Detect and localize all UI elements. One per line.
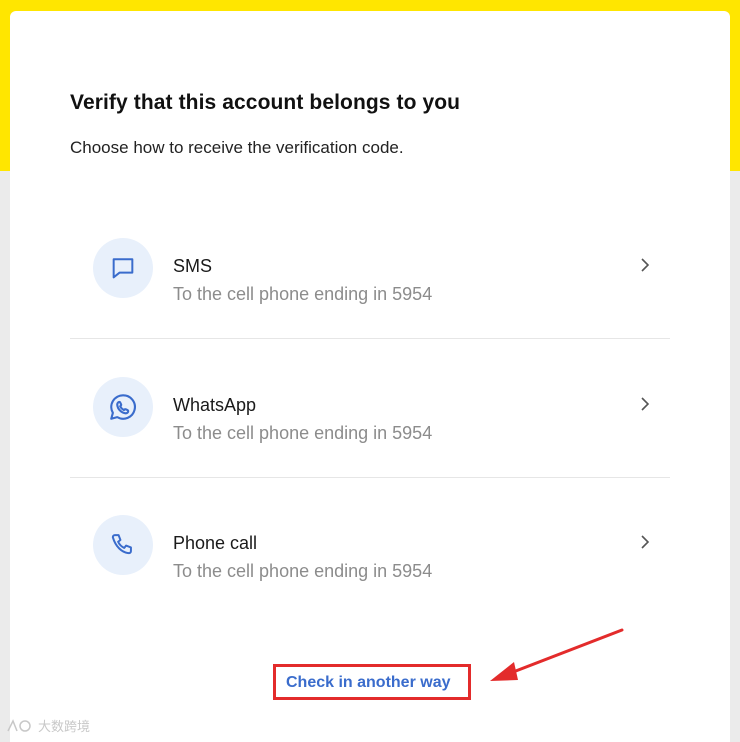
- check-another-way-link[interactable]: Check in another way: [286, 674, 451, 692]
- option-description: To the cell phone ending in 5954: [173, 561, 433, 581]
- option-whatsapp[interactable]: WhatsApp To the cell phone ending in 595…: [70, 339, 670, 478]
- chevron-right-icon: [641, 258, 650, 272]
- option-title: WhatsApp: [173, 395, 257, 415]
- option-title: Phone call: [173, 533, 258, 553]
- chevron-right-icon: [641, 397, 650, 411]
- option-description: To the cell phone ending in 5954: [173, 423, 433, 443]
- chevron-right-icon: [641, 535, 650, 549]
- watermark: 大数跨境: [6, 716, 90, 735]
- annotation-arrow-icon: [490, 628, 624, 681]
- option-title: SMS: [173, 256, 213, 276]
- option-description: To the cell phone ending in 5954: [173, 284, 433, 304]
- watermark-text: 大数跨境: [38, 719, 91, 734]
- page-subtitle: Choose how to receive the verification c…: [70, 138, 404, 157]
- option-phone-call[interactable]: Phone call To the cell phone ending in 5…: [70, 478, 670, 616]
- message-icon: [93, 238, 153, 298]
- watermark-logo-icon: [7, 718, 31, 732]
- whatsapp-icon: [93, 377, 153, 437]
- page-title: Verify that this account belongs to you: [70, 91, 461, 114]
- option-sms[interactable]: SMS To the cell phone ending in 5954: [70, 200, 670, 339]
- phone-icon: [93, 515, 153, 575]
